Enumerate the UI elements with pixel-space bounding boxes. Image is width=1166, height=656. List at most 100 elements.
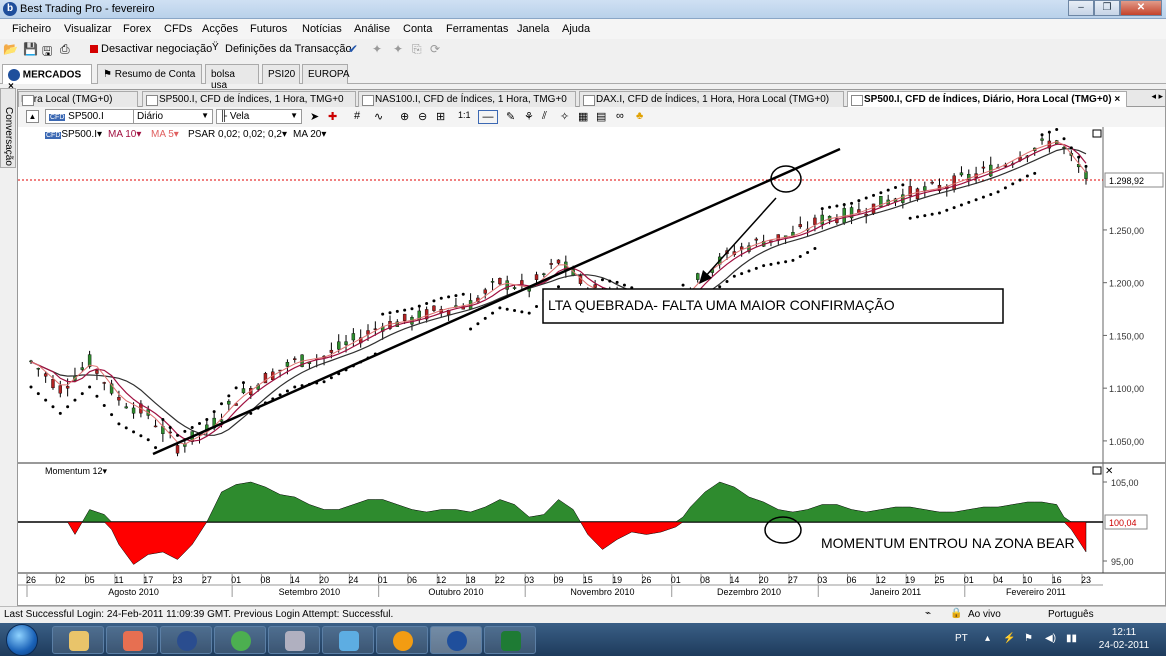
minimize-button[interactable]: – — [1068, 0, 1094, 16]
signal-bars-icon[interactable]: ▮▮ — [1066, 633, 1077, 644]
title-bar: b Best Trading Pro - fevereiro – ❐ ✕ — [0, 0, 1166, 19]
deactivate-icon[interactable] — [90, 45, 98, 53]
psar-dot — [981, 195, 985, 199]
day-label: 20 — [759, 575, 769, 585]
app-logo-icon — [447, 631, 467, 651]
day-label: 22 — [495, 575, 505, 585]
psar-dot — [198, 422, 202, 426]
candle — [813, 217, 817, 225]
taskbar: PT ▴ ⚡ ⚑ ◀) ▮▮ 12:11 24-02-2011 — [0, 623, 1166, 656]
arrow-left-icon[interactable]: ✦ — [372, 42, 382, 56]
psar-dot — [447, 295, 451, 299]
open-folder-icon[interactable]: 📂 — [3, 42, 18, 56]
day-label: 06 — [407, 575, 417, 585]
signal-icon: ⌁ — [925, 608, 932, 619]
messenger-icon — [339, 631, 359, 651]
psar-dot — [747, 269, 751, 273]
menu-accoes[interactable]: Acções — [202, 23, 238, 35]
psar-dot — [967, 200, 971, 204]
candle — [124, 406, 128, 409]
save-as-icon[interactable]: 🖫 — [42, 42, 52, 63]
menu-analise[interactable]: Análise — [354, 23, 390, 35]
price-chart[interactable]: 1.250,00 1.200,00 1.150,00 1.100,00 1.050,00… — [18, 90, 1165, 605]
utorrent-taskbar-button[interactable] — [214, 626, 266, 654]
psar-dot — [872, 193, 876, 197]
candle — [498, 278, 502, 285]
day-label: 19 — [905, 575, 915, 585]
menu-conta[interactable]: Conta — [403, 23, 432, 35]
flag-icon[interactable]: ⚑ — [1024, 633, 1033, 644]
menu-ajuda[interactable]: Ajuda — [562, 23, 590, 35]
checkmark-icon[interactable]: ✔ — [348, 42, 358, 56]
tab-bolsa-usa[interactable]: bolsa usa — [205, 64, 259, 91]
day-label: 19 — [612, 575, 622, 585]
maximize-button[interactable]: ❐ — [1094, 0, 1120, 16]
save-icon[interactable]: 💾 — [23, 42, 38, 56]
psar-dot — [483, 316, 487, 320]
day-label: 27 — [788, 575, 798, 585]
hp-taskbar-button[interactable] — [160, 626, 212, 654]
explorer-taskbar-button[interactable] — [52, 626, 104, 654]
psar-dot — [124, 426, 128, 430]
workspace-tabs: MERCADOS × ⚑ Resumo de Conta bolsa usa P… — [0, 62, 1166, 92]
menu-visualizar[interactable]: Visualizar — [64, 23, 112, 35]
psar-dot — [1025, 174, 1029, 178]
refresh-icon[interactable]: ⟳ — [430, 42, 440, 56]
candle — [534, 274, 539, 280]
print-icon[interactable]: ⎙ — [60, 42, 70, 57]
app-logo-icon — [8, 69, 20, 81]
menu-janela[interactable]: Janela — [517, 23, 549, 35]
start-button[interactable] — [6, 624, 38, 656]
tab-resumo-de-conta[interactable]: ⚑ Resumo de Conta — [97, 64, 202, 84]
conversation-side-tab[interactable]: Conversação — [0, 88, 16, 168]
clock[interactable]: 12:11 24-02-2011 — [1094, 626, 1154, 652]
psar-dot — [329, 376, 333, 380]
tab-psi20[interactable]: PSI20 — [262, 64, 300, 84]
close-button[interactable]: ✕ — [1120, 0, 1162, 16]
annotation-text: LTA QUEBRADA- FALTA UMA MAIOR CONFIRMAÇÃ… — [548, 297, 895, 313]
psar-dot — [454, 294, 458, 298]
candle — [95, 370, 99, 374]
firefox-taskbar-button[interactable] — [376, 626, 428, 654]
arrow-right-icon[interactable]: ✦ — [393, 42, 403, 56]
psar-dot — [417, 304, 421, 308]
deactivate-trading-button[interactable]: Desactivar negociação — [101, 43, 212, 55]
language-indicator[interactable]: PT — [955, 633, 968, 644]
psar-dot — [403, 308, 407, 312]
candle — [80, 367, 84, 370]
menu-ferramentas[interactable]: Ferramentas — [446, 23, 508, 35]
excel-taskbar-button[interactable] — [484, 626, 536, 654]
menu-ficheiro[interactable]: Ficheiro — [12, 23, 51, 35]
psar-dot — [388, 311, 392, 315]
tab-mercados[interactable]: MERCADOS × — [2, 64, 92, 92]
live-status: Ao vivo — [968, 609, 1001, 620]
volume-icon[interactable]: ◀) — [1045, 633, 1056, 644]
menu-forex[interactable]: Forex — [123, 23, 151, 35]
messenger-taskbar-button[interactable] — [322, 626, 374, 654]
candle — [1040, 138, 1044, 141]
menu-noticias[interactable]: Notícias — [302, 23, 342, 35]
psar-dot — [29, 385, 33, 389]
media-icon — [123, 631, 143, 651]
tools-taskbar-button[interactable] — [268, 626, 320, 654]
candle — [593, 284, 597, 288]
day-label: 26 — [641, 575, 651, 585]
psar-dot — [996, 190, 1000, 194]
copy-icon[interactable]: ⎘ — [412, 42, 422, 57]
media-player-taskbar-button[interactable] — [106, 626, 158, 654]
psar-dot — [176, 433, 180, 437]
network-icon[interactable]: ⚡ — [1003, 633, 1015, 644]
candle — [102, 382, 106, 384]
best-trading-taskbar-button[interactable] — [430, 626, 482, 654]
psar-dot — [80, 392, 84, 396]
psar-dot — [901, 183, 905, 187]
day-label: 06 — [847, 575, 857, 585]
transaction-settings-button[interactable]: Definições da Transacção — [225, 43, 352, 55]
tray-arrow-icon[interactable]: ▴ — [985, 633, 990, 644]
day-label: 08 — [700, 575, 710, 585]
tab-europa[interactable]: EUROPA — [302, 64, 350, 84]
psar-dot — [1011, 182, 1015, 186]
month-label: Fevereiro 2011 — [1006, 587, 1066, 597]
menu-cfds[interactable]: CFDs — [164, 23, 192, 35]
menu-futuros[interactable]: Futuros — [250, 23, 287, 35]
